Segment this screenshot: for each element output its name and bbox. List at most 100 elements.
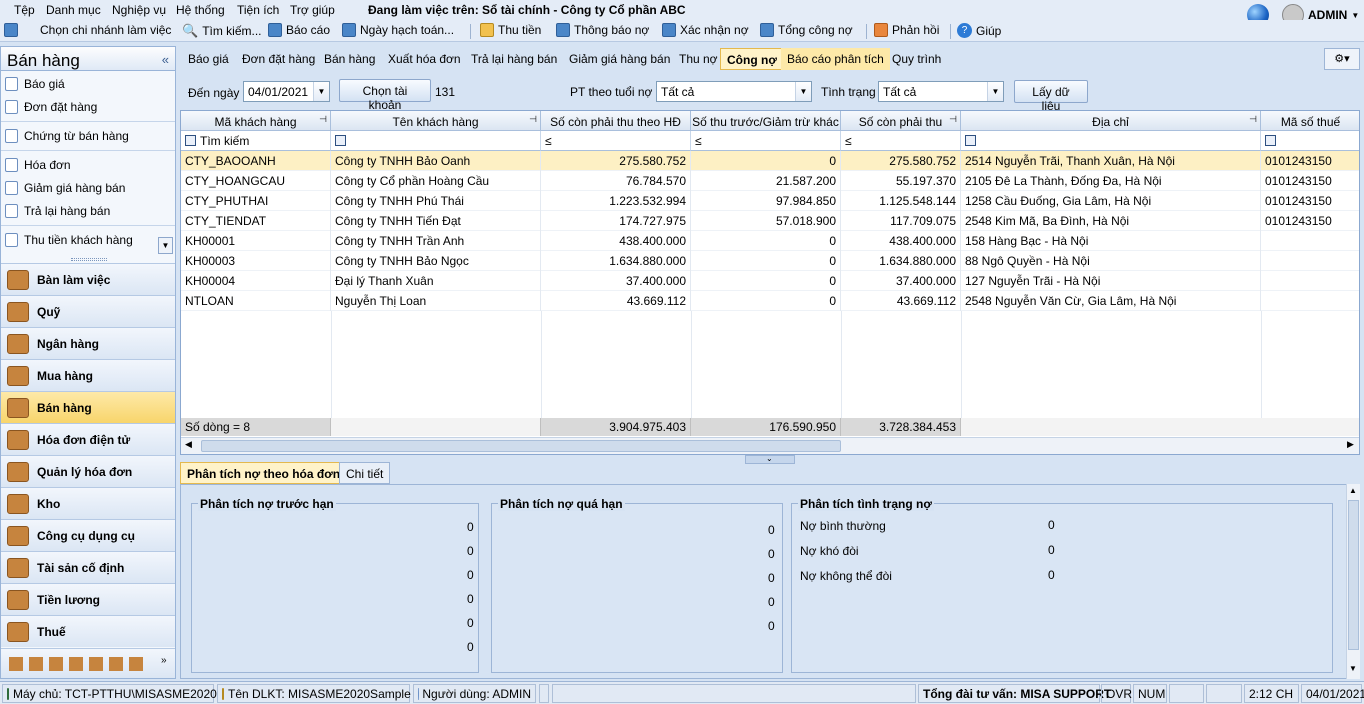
tab-sales-return[interactable]: Trả lại hàng bán	[465, 48, 563, 70]
vertical-scrollbar[interactable]: ▲ ▼	[1346, 484, 1360, 679]
table-row[interactable]: CTY_PHUTHAI Công ty TNHH Phú Thái 1.223.53…	[181, 191, 1359, 211]
tab-detail[interactable]: Chi tiết	[339, 462, 391, 484]
header-tax-code[interactable]: Mã số thuế	[1261, 111, 1359, 131]
scroll-thumb[interactable]	[201, 440, 841, 452]
table-row[interactable]: CTY_HOANGCAU Công ty Cổ phần Hoàng Cầu 76.…	[181, 171, 1359, 191]
tab-sales[interactable]: Bán hàng	[318, 48, 381, 70]
report-button[interactable]: Báo cáo	[268, 23, 330, 37]
tab-issue-invoice[interactable]: Xuất hóa đơn	[382, 48, 467, 70]
filter-toggle-icon[interactable]	[335, 135, 346, 146]
total-debt-button[interactable]: Tổng công nợ	[760, 23, 853, 37]
header-address[interactable]: Địa chỉ ⊣	[961, 111, 1261, 131]
horizontal-scrollbar[interactable]: ◀ ▶	[181, 437, 1359, 454]
filter-receivable-by-invoice[interactable]: ≤	[541, 131, 691, 151]
table-row[interactable]: KH00003 Công ty TNHH Bảo Ngọc 1.634.880.00…	[181, 251, 1359, 271]
link-invoice[interactable]: Hóa đơn	[5, 158, 71, 172]
link-quote[interactable]: Báo giá	[5, 77, 65, 91]
to-date-field[interactable]: 04/01/2021 ▼	[243, 81, 330, 102]
header-receivable-by-invoice[interactable]: Số còn phải thu theo HĐ	[541, 111, 691, 131]
tab-sales-discount[interactable]: Giảm giá hàng bán	[563, 48, 676, 70]
tab-sales-order[interactable]: Đơn đặt hàng	[236, 48, 321, 70]
pin-icon[interactable]: ⊣	[529, 114, 537, 125]
nav-warehouse[interactable]: Kho	[1, 487, 175, 519]
collapse-icon[interactable]: «	[162, 52, 169, 67]
filter-operator[interactable]: ≤	[695, 134, 702, 148]
header-customer-code[interactable]: Mã khách hàng ⊣	[181, 111, 331, 131]
filter-tax-code[interactable]	[1261, 131, 1359, 151]
filter-toggle-icon[interactable]	[965, 135, 976, 146]
tab-analysis-report[interactable]: Báo cáo phân tích	[781, 48, 890, 70]
nav-tools[interactable]: Công cụ dụng cụ	[1, 519, 175, 551]
menu-file[interactable]: Tệp	[14, 3, 35, 17]
menu-catalog[interactable]: Danh mục	[46, 3, 101, 17]
module-shortcut-icons[interactable]	[9, 657, 149, 671]
table-row[interactable]: KH00001 Công ty TNHH Trần Anh 438.400.000 0…	[181, 231, 1359, 251]
tab-debt-by-invoice[interactable]: Phân tích nợ theo hóa đơn	[180, 462, 348, 484]
link-customer-receipt[interactable]: Thu tiền khách hàng	[5, 233, 133, 247]
table-row[interactable]: CTY_BAOOANH Công ty TNHH Bảo Oanh 275.580.…	[181, 151, 1359, 171]
scroll-up-icon[interactable]: ▲	[1349, 486, 1357, 495]
scroll-thumb[interactable]	[1348, 500, 1359, 650]
filter-customer-code[interactable]: Tìm kiếm	[181, 131, 331, 151]
pin-icon[interactable]: ⊣	[319, 114, 327, 125]
table-row[interactable]: NTLOAN Nguyễn Thị Loan 43.669.112 0 43.669.1…	[181, 291, 1359, 311]
chevron-down-icon[interactable]: ▼	[987, 82, 1003, 101]
choose-account-button[interactable]: Chọn tài khoản	[339, 79, 431, 112]
settings-gear-icon[interactable]: ⚙▾	[1324, 48, 1360, 70]
menu-system[interactable]: Hệ thống	[176, 3, 225, 17]
tab-debt-collection[interactable]: Thu nợ	[673, 48, 724, 70]
filter-remaining-receivable[interactable]: ≤	[841, 131, 961, 151]
tab-receivables[interactable]: Công nợ	[720, 48, 784, 70]
filter-prepaid-deduction[interactable]: ≤	[691, 131, 841, 151]
collect-money-button[interactable]: Thu tiền	[480, 23, 541, 37]
nav-cash[interactable]: Quỹ	[1, 295, 175, 327]
menu-utilities[interactable]: Tiện ích	[237, 3, 279, 17]
debt-age-select[interactable]: Tất cả ▼	[656, 81, 812, 102]
nav-desk[interactable]: Bàn làm việc	[1, 263, 175, 295]
tab-quote[interactable]: Báo giá	[182, 48, 235, 70]
scroll-left-icon[interactable]: ◀	[185, 439, 192, 450]
table-row[interactable]: KH00004 Đại lý Thanh Xuân 37.400.000 0 37.40…	[181, 271, 1359, 291]
status-select[interactable]: Tất cả ▼	[878, 81, 1004, 102]
fetch-data-button[interactable]: Lấy dữ liệu	[1014, 80, 1088, 113]
filter-toggle-icon[interactable]	[1265, 135, 1276, 146]
filter-toggle-icon[interactable]	[185, 135, 196, 146]
nav-fixed-assets[interactable]: Tài sản cố định	[1, 551, 175, 583]
pin-icon[interactable]: ⊣	[949, 114, 957, 125]
nav-invoice-management[interactable]: Quản lý hóa đơn	[1, 455, 175, 487]
filter-address[interactable]	[961, 131, 1261, 151]
posting-date-button[interactable]: Ngày hạch toán...	[342, 23, 454, 37]
link-sales-order[interactable]: Đơn đặt hàng	[5, 100, 97, 114]
scroll-down-icon[interactable]: ▼	[1349, 664, 1357, 673]
nav-sales[interactable]: Bán hàng	[1, 391, 175, 423]
header-prepaid-deduction[interactable]: Số thu trước/Giảm trừ khác	[691, 111, 841, 131]
debt-notice-button[interactable]: Thông báo nợ	[556, 23, 649, 37]
nav-tax[interactable]: Thuế	[1, 615, 175, 647]
tab-process[interactable]: Quy trình	[886, 48, 947, 70]
pin-icon[interactable]: ⊣	[1249, 114, 1257, 125]
link-sales-voucher[interactable]: Chứng từ bán hàng	[5, 129, 129, 143]
chevron-down-icon[interactable]: »	[161, 655, 167, 666]
search-button[interactable]: 🔍 Tìm kiếm...	[182, 23, 262, 39]
splitter-grip[interactable]	[71, 258, 107, 261]
menu-operations[interactable]: Nghiệp vụ	[112, 3, 166, 17]
nav-bank[interactable]: Ngân hàng	[1, 327, 175, 359]
nav-purchase[interactable]: Mua hàng	[1, 359, 175, 391]
filter-operator[interactable]: ≤	[545, 134, 552, 148]
link-sales-discount[interactable]: Giảm giá hàng bán	[5, 181, 125, 195]
chevron-down-icon[interactable]: ▼	[313, 82, 329, 101]
chevron-down-icon[interactable]: ▼	[795, 82, 811, 101]
feedback-button[interactable]: Phản hồi	[874, 23, 939, 37]
filter-customer-name[interactable]	[331, 131, 541, 151]
menu-help[interactable]: Trợ giúp	[290, 3, 335, 17]
help-button[interactable]: ? Giúp	[957, 23, 1001, 38]
filter-operator[interactable]: ≤	[845, 134, 852, 148]
scroll-right-icon[interactable]: ▶	[1347, 439, 1354, 450]
choose-branch-button[interactable]: Chọn chi nhánh làm việc	[4, 23, 171, 37]
confirm-debt-button[interactable]: Xác nhận nợ	[662, 23, 749, 37]
header-customer-name[interactable]: Tên khách hàng ⊣	[331, 111, 541, 131]
header-remaining-receivable[interactable]: Số còn phải thu ⊣	[841, 111, 961, 131]
nav-e-invoice[interactable]: Hóa đơn điện tử	[1, 423, 175, 455]
nav-salary[interactable]: Tiền lương	[1, 583, 175, 615]
table-row[interactable]: CTY_TIENDAT Công ty TNHH Tiến Đạt 174.727.…	[181, 211, 1359, 231]
